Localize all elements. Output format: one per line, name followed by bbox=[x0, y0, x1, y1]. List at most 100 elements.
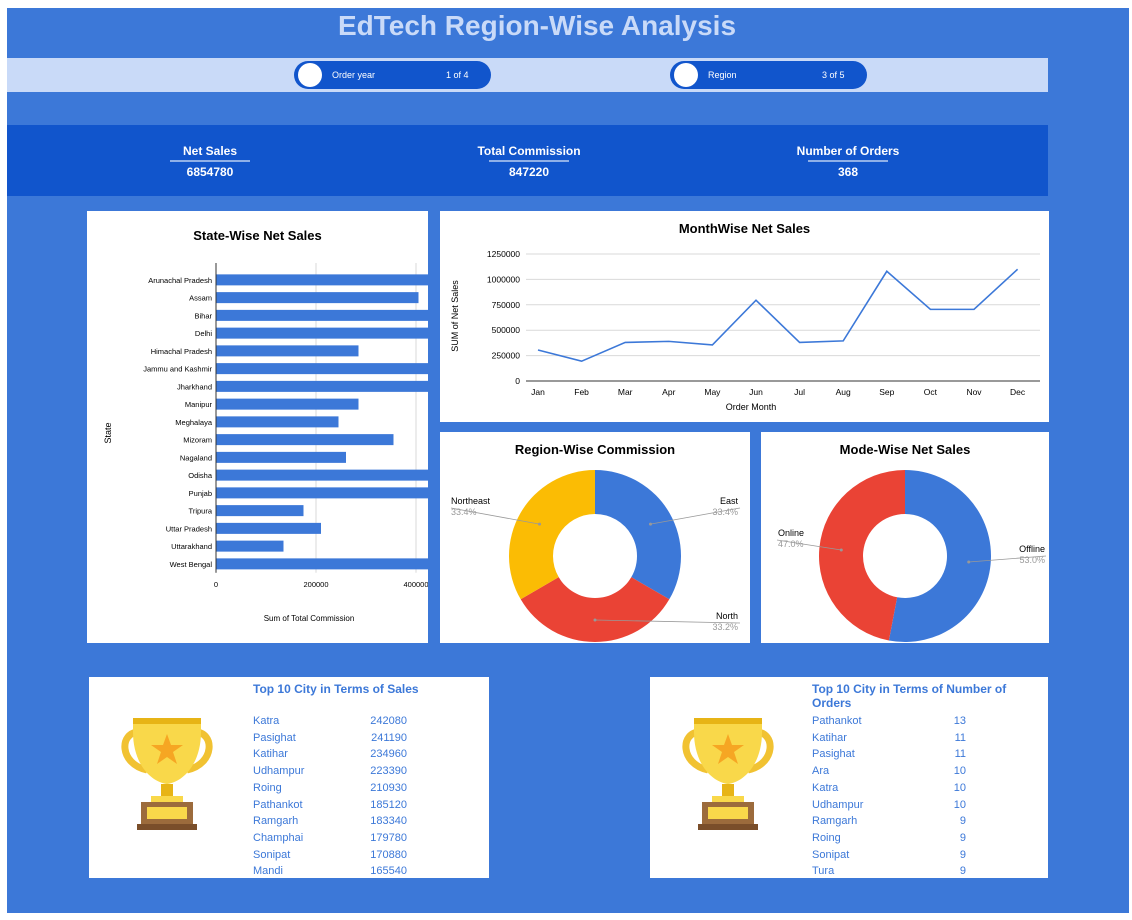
slice-label: North bbox=[716, 611, 738, 621]
state-sales-card: State-Wise Net Sales Sum of Total Commis… bbox=[87, 211, 428, 643]
table-cell-value: 13 bbox=[953, 715, 966, 727]
slice-percent: 33.2% bbox=[712, 622, 738, 632]
region-filter[interactable]: Region 3 of 5 bbox=[670, 61, 867, 89]
x-tick-label: May bbox=[704, 387, 721, 397]
kpi-value: 368 bbox=[837, 165, 859, 179]
y-tick-label: Jharkhand bbox=[177, 382, 212, 391]
bar bbox=[216, 345, 359, 357]
y-tick-label: 1000000 bbox=[487, 274, 520, 284]
leader-dot bbox=[538, 522, 542, 526]
bar bbox=[216, 309, 428, 321]
y-tick-label: 500000 bbox=[492, 325, 521, 335]
slice-label: East bbox=[720, 496, 739, 506]
y-axis-title: State bbox=[103, 422, 113, 443]
table-cell-value: 179780 bbox=[370, 831, 407, 844]
table-cell-value: 242080 bbox=[370, 715, 407, 727]
trophy-icon bbox=[121, 718, 213, 830]
table-cell-value: 234960 bbox=[370, 748, 407, 761]
y-tick-label: West Bengal bbox=[170, 560, 213, 569]
x-tick-label: Sep bbox=[879, 387, 894, 397]
bar bbox=[216, 505, 304, 517]
filter-bar: Order year 1 of 4 Region 3 of 5 bbox=[7, 58, 1048, 92]
y-tick-label: Tripura bbox=[189, 507, 213, 516]
bar bbox=[216, 558, 428, 570]
slice-label: Online bbox=[778, 528, 804, 538]
x-tick-label: Nov bbox=[966, 387, 982, 397]
table-cell-city: Tura bbox=[812, 865, 835, 878]
table-cell-city: Katra bbox=[812, 781, 839, 794]
table-cell-city: Ramgarh bbox=[253, 815, 299, 828]
bar bbox=[216, 522, 321, 534]
x-tick-label: Mar bbox=[618, 387, 633, 397]
table-cell-city: Pasighat bbox=[253, 731, 296, 744]
bar bbox=[216, 292, 419, 304]
table-cell-value: 170880 bbox=[370, 848, 407, 861]
y-tick-label: Mizoram bbox=[183, 436, 212, 445]
table-cell-city: Udhampur bbox=[812, 798, 864, 811]
top-cities-sales-card: Top 10 City in Terms of Sales Katra 24208… bbox=[89, 677, 489, 878]
bar bbox=[216, 434, 394, 446]
region-commission-card: Region-Wise Commission East 33.4% North 33.… bbox=[440, 432, 750, 643]
table-cell-city: Udhampur bbox=[253, 765, 305, 778]
filter-count: 3 of 5 bbox=[822, 70, 845, 80]
x-tick-label: 400000 bbox=[403, 580, 428, 589]
table-cell-city: Roing bbox=[812, 831, 841, 844]
donut-slice bbox=[819, 470, 905, 641]
table-title: Top 10 City in Terms of Sales bbox=[253, 682, 419, 696]
toggle-knob-icon[interactable] bbox=[674, 63, 698, 87]
x-tick-label: 200000 bbox=[303, 580, 328, 589]
bar bbox=[216, 380, 428, 392]
y-tick-label: 0 bbox=[515, 376, 520, 386]
filter-count: 1 of 4 bbox=[446, 70, 469, 80]
series-line bbox=[537, 268, 1019, 363]
bar bbox=[216, 487, 428, 499]
bar bbox=[216, 469, 428, 481]
y-tick-label: Assam bbox=[189, 294, 212, 303]
kpi-number-of-orders: Number of Orders 368 bbox=[748, 144, 948, 179]
mode-donut-chart: Offline53.0% Online47.0% bbox=[776, 470, 1047, 642]
order-year-filter[interactable]: Order year 1 of 4 bbox=[294, 61, 491, 89]
trophy-icon bbox=[682, 718, 774, 830]
slice-percent: 33.4% bbox=[712, 507, 738, 517]
y-tick-label: 750000 bbox=[492, 300, 521, 310]
toggle-knob-icon[interactable] bbox=[298, 63, 322, 87]
x-axis-title: Sum of Total Commission bbox=[264, 614, 355, 623]
table-cell-value: 10 bbox=[953, 765, 966, 778]
y-tick-label: Meghalaya bbox=[175, 418, 213, 427]
kpi-label: Net Sales bbox=[182, 144, 238, 158]
monthly-line-chart: Order Month SUM of Net Sales 0 250000 5000… bbox=[450, 249, 1040, 412]
slice-percent: 47.0% bbox=[778, 539, 804, 549]
donut-slice bbox=[509, 470, 595, 600]
table-cell-city: Pathankot bbox=[812, 715, 862, 727]
bar bbox=[216, 416, 339, 428]
y-tick-label: Odisha bbox=[188, 471, 213, 480]
table-title: Top 10 City in Terms of Number of Orders bbox=[812, 682, 1007, 710]
table-cell-city: Ara bbox=[812, 765, 830, 778]
y-tick-label: Uttarakhand bbox=[171, 542, 212, 551]
dashboard-canvas: EdTech Region-Wise Analysis Order year 1… bbox=[7, 8, 1129, 913]
y-tick-label: 1250000 bbox=[487, 249, 520, 259]
y-tick-label: Delhi bbox=[195, 329, 212, 338]
y-tick-label: Manipur bbox=[185, 400, 213, 409]
table-cell-value: 9 bbox=[959, 815, 966, 828]
x-tick-label: Jun bbox=[749, 387, 763, 397]
x-tick-label: Apr bbox=[662, 387, 675, 397]
table-cell-value: 11 bbox=[954, 748, 966, 761]
leader-dot bbox=[839, 548, 843, 552]
kpi-net-sales: Net Sales 6854780 bbox=[110, 144, 310, 179]
bar bbox=[216, 540, 284, 552]
slice-percent: 53.0% bbox=[1019, 555, 1045, 565]
x-tick-label: Aug bbox=[836, 387, 851, 397]
table-cell-city: Pasighat bbox=[812, 748, 855, 761]
kpi-value: 847220 bbox=[508, 165, 550, 179]
table-cell-value: 241190 bbox=[371, 731, 407, 744]
slice-label: Offline bbox=[1019, 544, 1045, 554]
x-axis-title: Order Month bbox=[726, 402, 777, 412]
table-cell-value: 185120 bbox=[370, 798, 407, 811]
top-cities-orders-card: Top 10 City in Terms of Number of Orders… bbox=[650, 677, 1048, 878]
table-cell-city: Mandi bbox=[253, 865, 283, 878]
table-cell-city: Ramgarh bbox=[812, 815, 858, 828]
leader-dot bbox=[648, 522, 652, 526]
donut-slice bbox=[520, 577, 670, 642]
table-cell-value: 183340 bbox=[370, 815, 407, 828]
